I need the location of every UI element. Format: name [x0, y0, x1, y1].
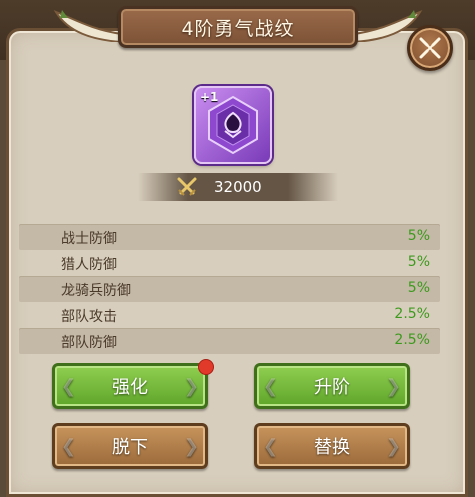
- stat-name: 战士防御: [61, 231, 117, 247]
- stats-list: 战士防御 5% 猎人防御 5% 龙骑兵防御 5% 部队攻击 2.5% 部队防御 …: [19, 224, 440, 354]
- stat-row: 龙骑兵防御 5%: [19, 276, 440, 302]
- stat-row: 部队防御 2.5%: [19, 328, 440, 354]
- chevron-left-icon: ❮: [263, 376, 279, 397]
- horn-ornament-left-icon: [53, 10, 123, 42]
- title-plate: 4阶勇气战纹: [118, 6, 358, 48]
- stat-row: 部队攻击 2.5%: [19, 302, 440, 328]
- stat-value: 5%: [407, 228, 430, 244]
- stat-value: 5%: [407, 254, 430, 270]
- chevron-right-icon: ❯: [385, 376, 401, 397]
- rune-level-badge: +1: [200, 90, 219, 104]
- chevron-left-icon: ❮: [263, 436, 279, 457]
- stat-name: 猎人防御: [61, 257, 117, 273]
- enhance-button-label: 强化: [112, 377, 148, 398]
- unequip-button-label: 脱下: [112, 437, 148, 458]
- replace-button-label: 替换: [314, 437, 350, 458]
- enhance-button[interactable]: ❮ 强化 ❯: [52, 363, 208, 409]
- stat-name: 龙骑兵防御: [61, 283, 131, 299]
- chevron-right-icon: ❯: [183, 436, 199, 457]
- close-button[interactable]: [407, 25, 453, 71]
- stat-name: 部队攻击: [61, 309, 117, 325]
- stat-row: 猎人防御 5%: [19, 250, 440, 276]
- upgrade-button-label: 升阶: [314, 377, 350, 398]
- unequip-button[interactable]: ❮ 脱下 ❯: [52, 423, 208, 469]
- chevron-right-icon: ❯: [385, 436, 401, 457]
- stat-value: 2.5%: [394, 306, 430, 322]
- power-value: 32000: [214, 178, 262, 196]
- notification-dot: [198, 359, 214, 375]
- close-x-icon: [419, 37, 441, 59]
- chevron-right-icon: ❯: [183, 376, 199, 397]
- chevron-left-icon: ❮: [61, 436, 77, 457]
- dialog-title: 4阶勇气战纹: [181, 17, 295, 40]
- upgrade-button[interactable]: ❮ 升阶 ❯: [254, 363, 410, 409]
- stat-name: 部队防御: [61, 335, 117, 351]
- stat-value: 2.5%: [394, 332, 430, 348]
- chevron-left-icon: ❮: [61, 376, 77, 397]
- stat-value: 5%: [407, 280, 430, 296]
- stat-row: 战士防御 5%: [19, 224, 440, 250]
- replace-button[interactable]: ❮ 替换 ❯: [254, 423, 410, 469]
- crossed-swords-icon: [177, 177, 197, 196]
- power-bar: 32000: [138, 173, 338, 201]
- rune-item[interactable]: +1: [194, 86, 272, 164]
